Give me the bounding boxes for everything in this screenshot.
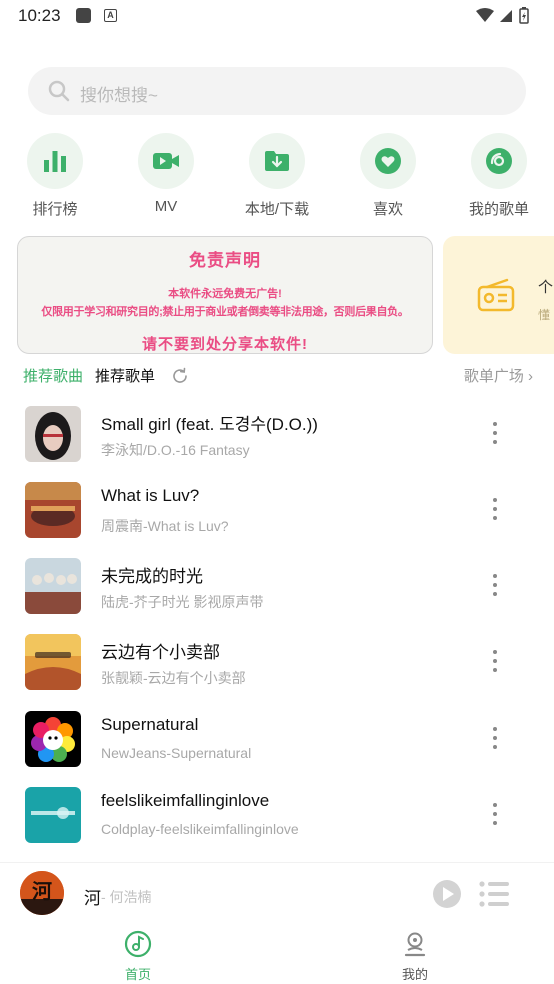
now-playing-cover: 河 [20,871,64,915]
song-title: Supernatural [101,715,199,734]
tab-recommended-songs[interactable]: 推荐歌曲 [23,365,83,386]
album-cover [25,406,81,462]
bottom-navigation: 首页 我的 [0,924,554,984]
banner2-title: 个 [538,279,554,296]
banner2-subtitle: 懂 [538,308,551,322]
banner-line: 仅限用于学习和研究目的;禁止用于商业或者倒卖等非法用途，否则后果自负。 [41,306,409,318]
album-cover [25,558,81,614]
song-row[interactable]: feelslikeimfallinginlove Coldplay-feelsl… [0,781,554,851]
song-subtitle: 张靓颖-云边有个小卖部 [101,670,246,686]
notification-icon [76,8,91,23]
music-disc-icon [124,930,152,958]
song-row[interactable]: Small girl (feat. 도경수(D.O.)) 李泳知/D.O.-16… [0,400,554,470]
mini-player[interactable]: 河 河 - 何浩楠 [0,862,554,924]
album-cover [25,482,81,538]
song-subtitle: Coldplay-feelslikeimfallinginlove [101,821,299,837]
status-time: 10:23 [18,6,61,25]
nav-home-label: 首页 [124,967,151,982]
category-local-download[interactable]: 本地/下载 [237,133,317,219]
more-options-icon[interactable] [484,494,506,528]
category-mv[interactable]: MV [126,133,206,215]
album-cover [25,787,81,843]
category-label: 喜欢 [372,201,403,218]
banner-title: 免责声明 [189,251,261,270]
disclaimer-banner[interactable]: 免责声明 本软件永远免费无广告! 仅限用于学习和研究目的;禁止用于商业或者倒卖等… [17,236,433,354]
refresh-icon[interactable] [171,367,189,385]
category-label: 本地/下载 [244,201,310,218]
category-my-playlists[interactable]: 我的歌单 [459,133,539,219]
radio-banner[interactable]: 个 懂 [443,236,554,354]
nav-mine-label: 我的 [401,967,428,982]
heart-icon [375,148,401,174]
song-row[interactable]: 云边有个小卖部 张靓颖-云边有个小卖部 [0,628,554,698]
category-label: 排行榜 [32,201,78,218]
tab-recommended-playlists[interactable]: 推荐歌单 [95,365,155,386]
signal-wifi-battery-icon [476,7,529,24]
search-input[interactable]: 搜你想搜~ [80,81,158,106]
song-row[interactable]: Supernatural NewJeans-Supernatural [0,705,554,775]
status-bar: 10:23 A [0,0,554,32]
play-icon[interactable] [432,879,462,909]
song-title: feelslikeimfallinginlove [101,791,270,810]
song-subtitle: 周震南-What is Luv? [101,518,229,534]
nav-home[interactable]: 首页 [98,930,178,983]
song-title: What is Luv? [101,486,200,505]
more-options-icon[interactable] [484,570,506,604]
song-title: Small girl (feat. 도경수(D.O.)) [101,415,318,434]
search-icon [48,80,70,102]
recommend-tabs: 推荐歌曲 推荐歌单 歌单广场 › [23,365,533,387]
banner-line: 请不要到处分享本软件! [142,336,308,353]
category-charts[interactable]: 排行榜 [15,133,95,219]
album-cover [25,634,81,690]
download-folder-icon [265,151,289,171]
nav-mine[interactable]: 我的 [375,930,455,983]
now-playing-title: 河 [84,889,101,908]
song-subtitle: NewJeans-Supernatural [101,745,252,761]
keyboard-badge-icon: A [104,9,117,22]
more-options-icon[interactable] [484,646,506,680]
song-subtitle: 李泳知/D.O.-16 Fantasy [101,442,250,458]
playlist-plaza-link[interactable]: 歌单广场 › [464,365,533,386]
more-options-icon[interactable] [484,418,506,452]
category-label: 我的歌单 [468,201,529,218]
song-title: 未完成的时光 [101,567,203,586]
bar-chart-icon [44,151,66,172]
category-favorites[interactable]: 喜欢 [348,133,428,219]
now-playing-artist: - 何浩楠 [101,889,152,905]
video-camera-icon [153,153,179,169]
search-bar[interactable]: 搜你想搜~ [28,67,526,115]
playlist-queue-icon[interactable] [479,881,509,907]
song-row[interactable]: 未完成的时光 陆虎-芥子时光 影视原声带 [0,552,554,622]
song-subtitle: 陆虎-芥子时光 影视原声带 [101,594,264,610]
song-row[interactable]: What is Luv? 周震南-What is Luv? [0,476,554,546]
banner-line: 本软件永远免费无广告! [168,288,282,300]
album-cover [25,711,81,767]
user-profile-icon [404,932,426,957]
more-options-icon[interactable] [484,723,506,757]
cover-text: 河 [32,879,52,903]
disc-icon [486,148,512,174]
category-label: MV [154,198,178,215]
song-title: 云边有个小卖部 [101,643,220,662]
more-options-icon[interactable] [484,799,506,833]
radio-icon [477,278,515,312]
